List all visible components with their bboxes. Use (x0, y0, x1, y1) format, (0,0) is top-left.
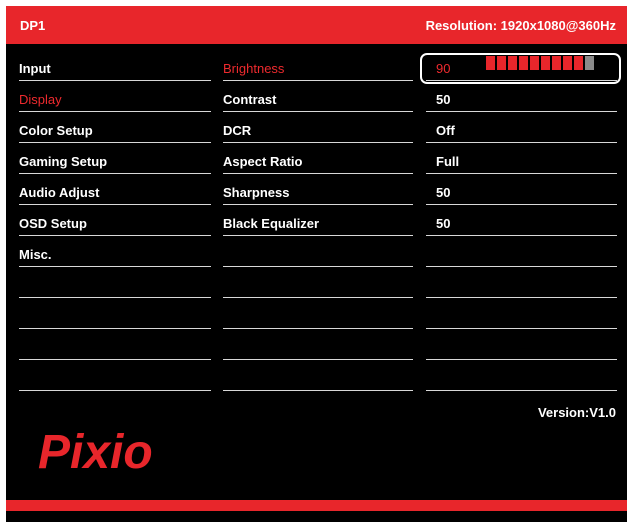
setting-label: DCR (223, 123, 252, 138)
menu-item-label: Audio Adjust (19, 185, 100, 200)
empty-row (426, 236, 617, 267)
menu-item-label: OSD Setup (19, 216, 87, 231)
menu-item-label: Display (19, 92, 62, 107)
input-source-label: DP1 (20, 18, 46, 33)
svg-text:Pixio: Pixio (38, 426, 153, 479)
value-label: Full (436, 154, 460, 169)
setting-label: Aspect Ratio (223, 154, 303, 169)
empty-row (223, 360, 413, 391)
menu-item-misc[interactable]: Misc. (19, 236, 211, 267)
settings-list: Brightness Contrast DCR Aspect Ratio Sha… (223, 50, 413, 391)
empty-row (19, 360, 211, 391)
value-contrast[interactable]: 50 (426, 81, 617, 112)
empty-row (19, 267, 211, 298)
values-list: 90 50 Off Full 50 50 (426, 50, 617, 391)
value-black-equalizer[interactable]: 50 (426, 205, 617, 236)
menu-item-label: Color Setup (19, 123, 93, 138)
setting-label: Brightness (223, 61, 285, 76)
setting-black-equalizer[interactable]: Black Equalizer (223, 205, 413, 236)
empty-row (426, 298, 617, 329)
menu-item-input[interactable]: Input (19, 50, 211, 81)
value-aspect-ratio[interactable]: Full (426, 143, 617, 174)
value-label: 50 (436, 185, 451, 200)
empty-row (426, 329, 617, 360)
menu-item-color-setup[interactable]: Color Setup (19, 112, 211, 143)
setting-label: Contrast (223, 92, 277, 107)
resolution-label: Resolution: 1920x1080@360Hz (425, 18, 616, 33)
empty-row (223, 329, 413, 360)
value-sharpness[interactable]: 50 (426, 174, 617, 205)
menu-item-osd-setup[interactable]: OSD Setup (19, 205, 211, 236)
empty-row (223, 298, 413, 329)
empty-row (19, 298, 211, 329)
empty-row (426, 267, 617, 298)
menu-item-label: Input (19, 61, 51, 76)
menu-item-display[interactable]: Display (19, 81, 211, 112)
selection-highlight (420, 53, 621, 84)
menu-item-label: Gaming Setup (19, 154, 108, 169)
setting-aspect-ratio[interactable]: Aspect Ratio (223, 143, 413, 174)
empty-row (19, 329, 211, 360)
value-label: Off (436, 123, 455, 138)
empty-row (426, 360, 617, 391)
setting-label: Sharpness (223, 185, 290, 200)
osd-menu: DP1 Resolution: 1920x1080@360Hz Input Di… (6, 6, 627, 522)
menu-item-gaming-setup[interactable]: Gaming Setup (19, 143, 211, 174)
value-label: 50 (436, 92, 451, 107)
pixio-logo: Pixio (38, 424, 188, 485)
setting-label: Black Equalizer (223, 216, 320, 231)
footer-accent-bar (6, 500, 627, 511)
setting-dcr[interactable]: DCR (223, 112, 413, 143)
setting-brightness[interactable]: Brightness (223, 50, 413, 81)
menu-item-audio-adjust[interactable]: Audio Adjust (19, 174, 211, 205)
version-label: Version:V1.0 (537, 405, 616, 420)
main-menu: Input Display Color Setup Gaming Setup A… (19, 50, 211, 391)
menu-item-label: Misc. (19, 247, 52, 262)
setting-sharpness[interactable]: Sharpness (223, 174, 413, 205)
value-dcr[interactable]: Off (426, 112, 617, 143)
setting-contrast[interactable]: Contrast (223, 81, 413, 112)
empty-row (223, 236, 413, 267)
value-label: 50 (436, 216, 451, 231)
empty-row (223, 267, 413, 298)
osd-header: DP1 Resolution: 1920x1080@360Hz (6, 6, 627, 44)
